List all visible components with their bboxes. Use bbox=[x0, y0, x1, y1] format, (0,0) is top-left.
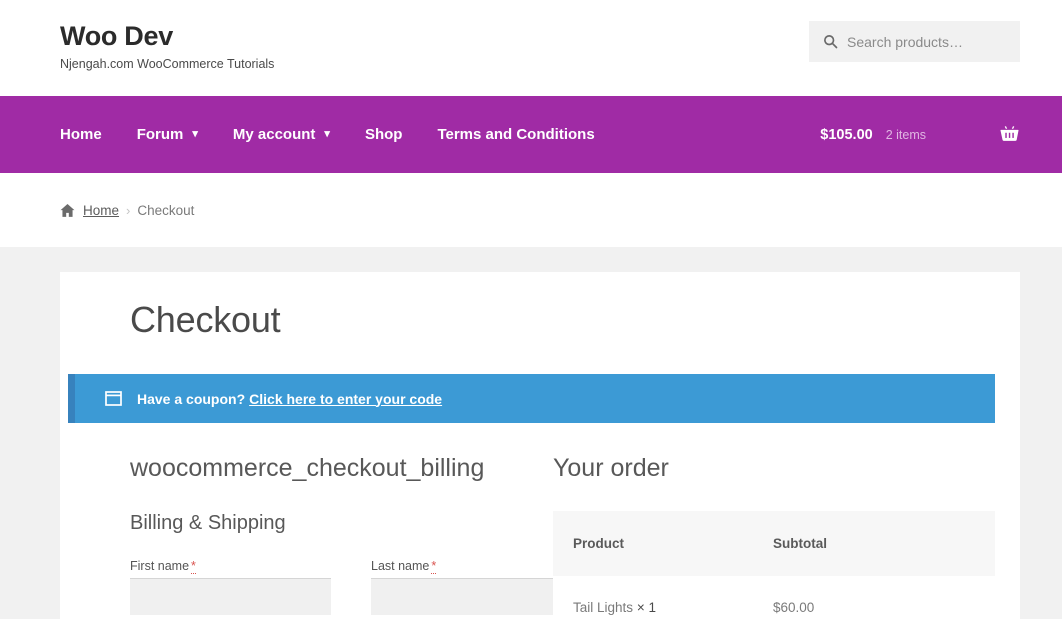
nav-item-my-account[interactable]: My account ▾ bbox=[233, 126, 330, 143]
nav-item-shop[interactable]: Shop bbox=[365, 126, 403, 143]
breadcrumb-current: Checkout bbox=[137, 202, 195, 218]
nav-item-home[interactable]: Home bbox=[60, 126, 102, 143]
shopping-basket-icon[interactable] bbox=[998, 124, 1020, 146]
product-search-form[interactable] bbox=[809, 21, 1028, 62]
product-quantity: × 1 bbox=[636, 600, 656, 615]
site-tagline: Njengah.com WooCommerce Tutorials bbox=[60, 56, 275, 71]
order-review-table: Product Subtotal Tail Lights × 1 $60.00 bbox=[553, 511, 995, 619]
chevron-down-icon: ▾ bbox=[192, 128, 198, 140]
name-field-row: First name * Last name * bbox=[130, 559, 585, 615]
breadcrumb-separator: › bbox=[126, 202, 131, 218]
nav-label: Shop bbox=[364, 126, 403, 143]
nav-item-forum[interactable]: Forum ▾ bbox=[137, 126, 198, 143]
site-branding[interactable]: Woo Dev Njengah.com WooCommerce Tutorial… bbox=[60, 21, 275, 71]
cell-product-name: Tail Lights × 1 bbox=[553, 576, 773, 619]
first-name-input[interactable] bbox=[130, 578, 331, 615]
checkout-content-card: Checkout Have a coupon? Click here to en… bbox=[60, 272, 1020, 619]
table-header-row: Product Subtotal bbox=[553, 511, 995, 576]
nav-label: Forum bbox=[136, 126, 184, 143]
cart-total: $105.00 bbox=[820, 126, 873, 143]
product-name: Tail Lights bbox=[573, 600, 634, 615]
search-icon bbox=[823, 34, 838, 49]
order-heading: Your order bbox=[553, 454, 669, 482]
last-name-input[interactable] bbox=[371, 578, 572, 615]
coupon-toggle-link[interactable]: Click here to enter your code bbox=[249, 391, 442, 407]
nav-label: My account bbox=[232, 126, 316, 143]
nav-item-terms-and-conditions[interactable]: Terms and Conditions bbox=[437, 126, 594, 143]
column-header-subtotal: Subtotal bbox=[773, 511, 995, 576]
column-header-product: Product bbox=[553, 511, 773, 576]
last-name-label: Last name * bbox=[371, 559, 572, 574]
first-name-label: First name * bbox=[130, 559, 331, 574]
site-title: Woo Dev bbox=[60, 21, 173, 51]
coupon-notice: Have a coupon? Click here to enter your … bbox=[68, 374, 995, 423]
cart-summary[interactable]: $105.00 2 items bbox=[820, 96, 1020, 173]
site-header: Woo Dev Njengah.com WooCommerce Tutorial… bbox=[0, 0, 1062, 96]
table-row: Tail Lights × 1 $60.00 bbox=[553, 576, 995, 619]
breadcrumb: Home › Checkout bbox=[0, 173, 1062, 247]
window-icon bbox=[105, 391, 122, 406]
cell-product-subtotal: $60.00 bbox=[773, 576, 995, 619]
billing-column: woocommerce_checkout_billing Billing & S… bbox=[130, 454, 585, 615]
last-name-label-text: Last name bbox=[371, 559, 430, 573]
primary-navigation: Home Forum ▾ My account ▾ Shop Terms and… bbox=[0, 96, 1062, 173]
search-input[interactable] bbox=[847, 33, 1028, 50]
required-marker: * bbox=[191, 559, 196, 574]
nav-links: Home Forum ▾ My account ▾ Shop Terms and… bbox=[60, 96, 630, 173]
nav-label: Terms and Conditions bbox=[437, 126, 595, 143]
nav-label: Home bbox=[60, 126, 102, 143]
page-body: Checkout Have a coupon? Click here to en… bbox=[0, 247, 1062, 619]
chevron-down-icon: ▾ bbox=[324, 128, 330, 140]
home-icon bbox=[60, 203, 75, 217]
order-review-column: Your order Product Subtotal Tail Lights … bbox=[553, 454, 995, 619]
breadcrumb-link-home[interactable]: Home bbox=[83, 203, 119, 218]
coupon-prompt: Have a coupon? bbox=[137, 390, 246, 407]
first-name-field-group: First name * bbox=[130, 559, 331, 615]
cart-item-count: 2 items bbox=[885, 127, 926, 142]
required-marker: * bbox=[431, 559, 437, 574]
billing-hook-heading: woocommerce_checkout_billing bbox=[130, 454, 485, 482]
billing-section-heading: Billing & Shipping bbox=[130, 512, 286, 534]
last-name-field-group: Last name * bbox=[371, 559, 572, 615]
first-name-label-text: First name bbox=[130, 559, 190, 573]
page-title: Checkout bbox=[130, 299, 281, 340]
